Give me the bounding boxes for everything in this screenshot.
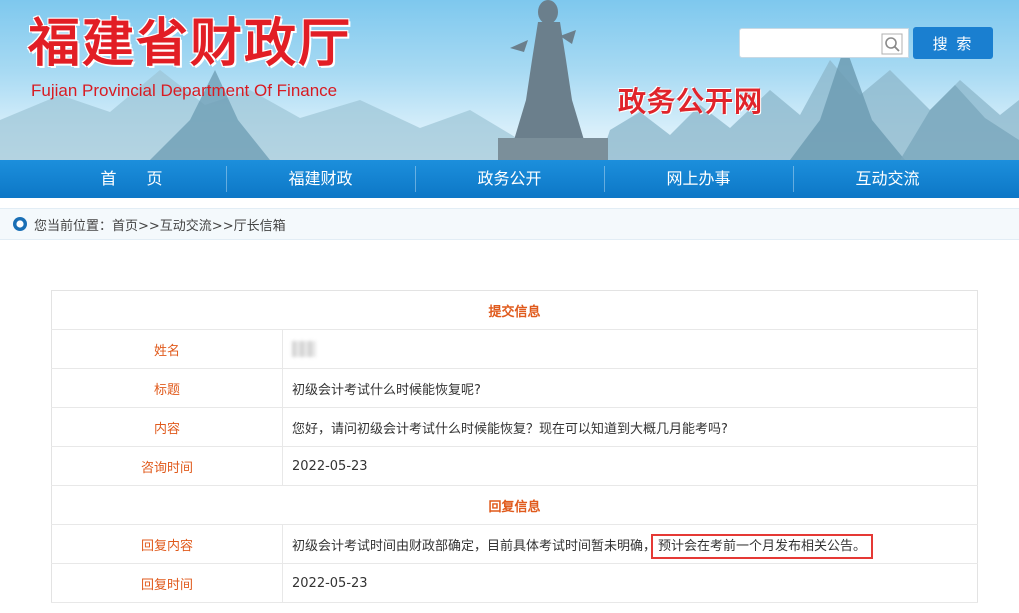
site-logo-english: Fujian Provincial Department Of Finance [31,81,338,100]
nav-item-gov-affairs[interactable]: 政务公开 [415,160,604,198]
reply-content-label: 回复内容 [51,524,283,564]
name-label: 姓名 [51,329,283,369]
title-label: 标题 [51,368,283,408]
site-logo-chinese: 福建省财政厅 [28,13,353,74]
breadcrumb-path[interactable]: 首页>>互动交流>>厅长信箱 [112,215,286,234]
nav-item-fujian-finance[interactable]: 福建财政 [226,160,415,198]
content-label: 内容 [51,407,283,447]
search-button[interactable]: 搜 索 [913,27,993,59]
header-banner: 福建省财政厅 Fujian Provincial Department Of F… [0,0,1019,160]
search-box [739,28,909,58]
search-icon[interactable] [881,33,903,55]
table-row: 回复信息 [51,485,978,525]
table-row: 回复内容 初级会计考试时间由财政部确定，目前具体考试时间暂未明确， 预计会在考前一… [51,524,978,564]
nav-item-online-services[interactable]: 网上办事 [604,160,793,198]
reply-content-part1: 初级会计考试时间由财政部确定，目前具体考试时间暂未明确， [292,538,657,554]
name-value [282,329,978,369]
table-row: 提交信息 [51,290,978,330]
content-value: 您好，请问初级会计考试什么时候能恢复？现在可以知道到大概几月能考吗? [282,407,978,447]
submission-section-title: 提交信息 [51,290,978,330]
inquiry-time-value: 2022-05-23 [282,446,978,486]
location-icon [13,217,27,231]
redacted-name [292,341,316,357]
reply-time-label: 回复时间 [51,563,283,603]
reply-time-value: 2022-05-23 [282,563,978,603]
reply-content-value: 初级会计考试时间由财政部确定，目前具体考试时间暂未明确， 预计会在考前一个月发布相… [282,524,978,564]
reply-section-title: 回复信息 [51,485,978,525]
inquiry-time-label: 咨询时间 [51,446,283,486]
portal-name: 政务公开网 [618,85,764,118]
nav-item-home[interactable]: 首页 [37,160,226,198]
search-input[interactable] [740,29,880,57]
table-row: 姓名 [51,329,978,369]
main-nav: 首页 福建财政 政务公开 网上办事 互动交流 [0,160,1019,198]
table-row: 标题 初级会计考试什么时候能恢复呢? [51,368,978,408]
reply-content-highlight: 预计会在考前一个月发布相关公告。 [651,533,874,559]
title-value: 初级会计考试什么时候能恢复呢? [282,368,978,408]
table-row: 内容 您好，请问初级会计考试什么时候能恢复？现在可以知道到大概几月能考吗? [51,407,978,447]
table-row: 回复时间 2022-05-23 [51,563,978,603]
table-row: 咨询时间 2022-05-23 [51,446,978,486]
letter-detail-table: 提交信息 姓名 标题 初级会计考试什么时候能恢复呢? 内容 您好，请问初级会计考… [51,290,978,603]
nav-item-interaction[interactable]: 互动交流 [793,160,982,198]
breadcrumb: 您当前位置： 首页>>互动交流>>厅长信箱 [0,208,1019,240]
breadcrumb-prefix: 您当前位置： [34,218,113,234]
